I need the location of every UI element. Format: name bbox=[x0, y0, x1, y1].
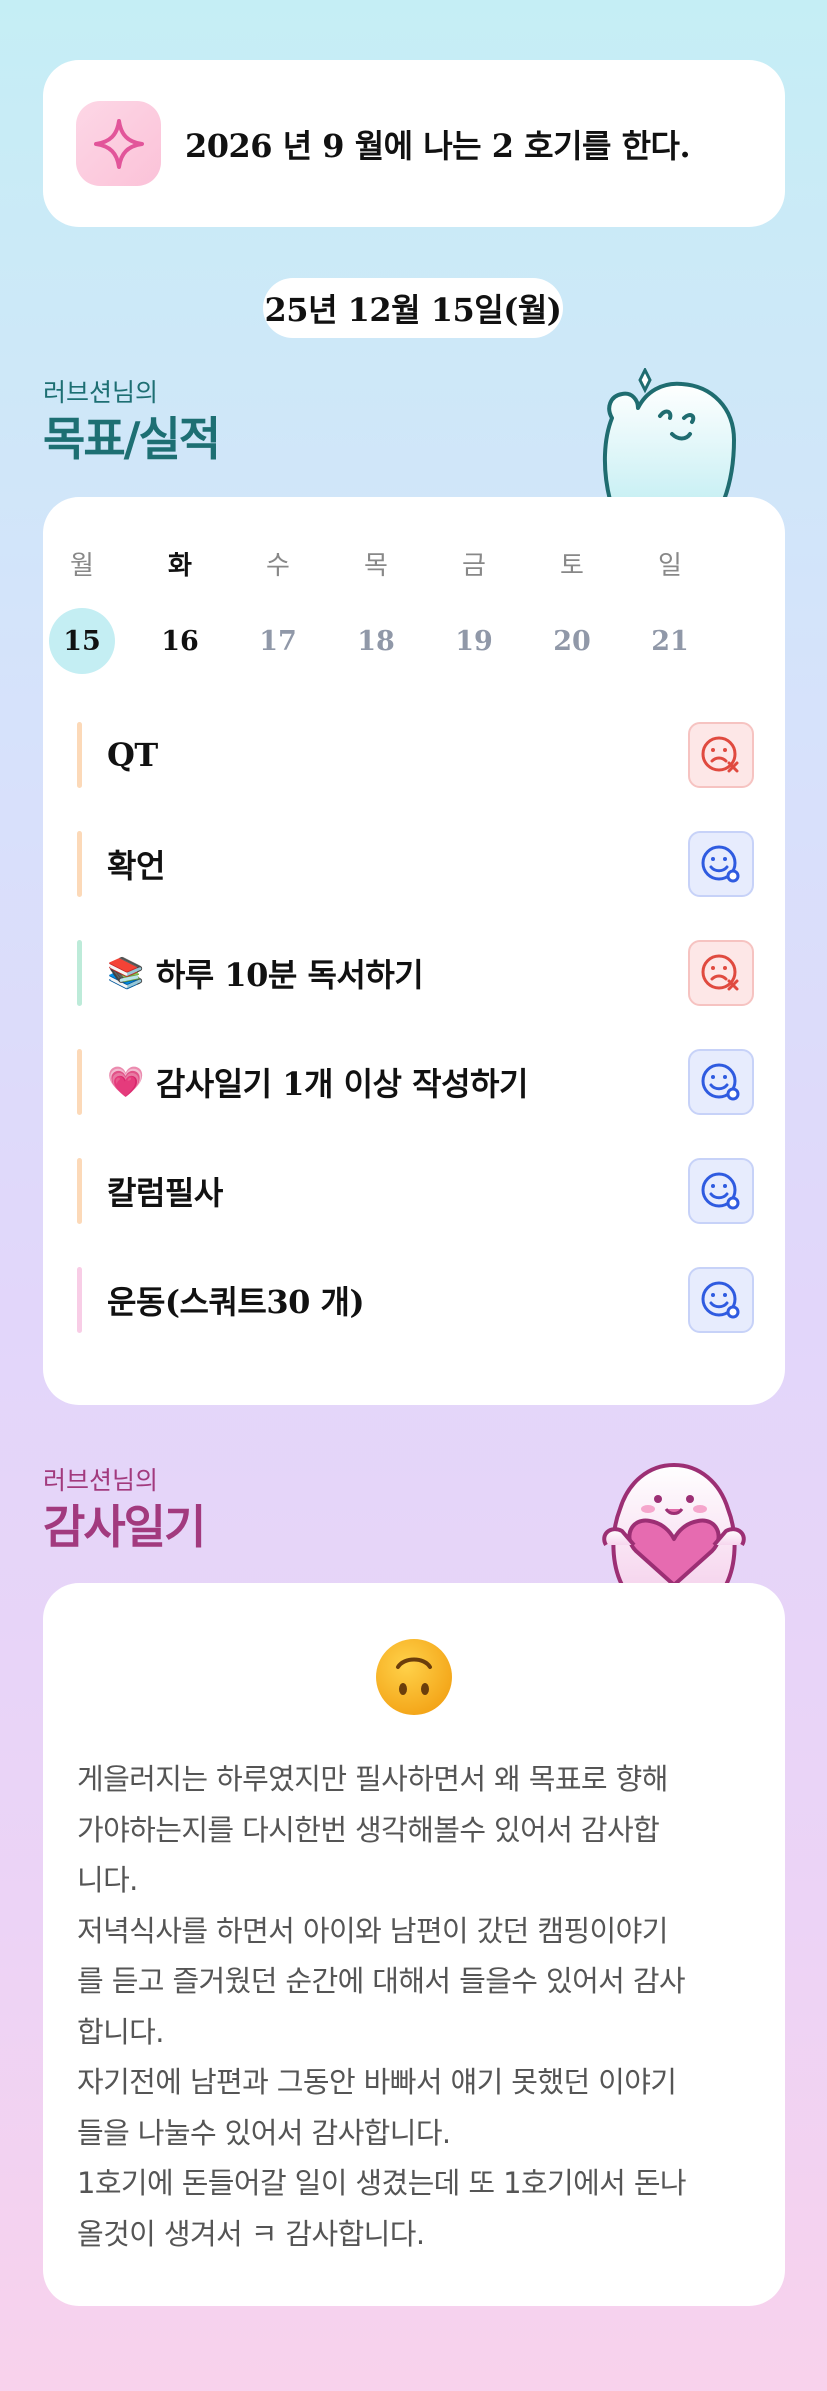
task-label: 💗 감사일기 1개 이상 작성하기 bbox=[107, 1064, 528, 1104]
goal-banner: 2026 년 9 월에 나는 2 호기를 한다. bbox=[43, 60, 785, 227]
date-cell[interactable]: 17 bbox=[229, 608, 327, 674]
task-status-button[interactable] bbox=[688, 831, 754, 897]
upside-down-face-icon bbox=[374, 1637, 454, 1717]
task-label: 운동(스쿼트30 개) bbox=[107, 1283, 365, 1321]
weekday-label: 일 bbox=[658, 550, 682, 581]
task-label: QT bbox=[107, 736, 158, 774]
date-cell[interactable]: 20 bbox=[523, 608, 621, 674]
task-item[interactable]: QT bbox=[77, 722, 754, 788]
date-cell[interactable]: 19 bbox=[425, 608, 523, 674]
weekday-label: 토 bbox=[560, 550, 584, 581]
task-label: 칼럼필사 bbox=[107, 1174, 223, 1212]
sad-face-x-icon bbox=[701, 736, 739, 773]
date-pill[interactable]: 25년 12월 15일(월) bbox=[263, 278, 563, 338]
heart-mascot-illustration bbox=[602, 1463, 746, 1585]
smile-face-check-icon bbox=[701, 1063, 740, 1101]
date-cell-selected[interactable]: 15 bbox=[33, 608, 131, 674]
smile-face-check-icon bbox=[701, 845, 740, 883]
task-status-button[interactable] bbox=[688, 1158, 754, 1224]
task-item[interactable]: 💗 감사일기 1개 이상 작성하기 bbox=[77, 1049, 754, 1115]
weekday-header: 월 화 수 목 금 토 일 bbox=[33, 530, 719, 596]
books-icon: 📚 bbox=[107, 955, 144, 991]
weekday-label: 화 bbox=[168, 550, 192, 581]
weekday-label: 목 bbox=[364, 550, 388, 581]
journal-text: 게을러지는 하루였지만 필사하면서 왜 목표로 향해 가야하는지를 다시한번 생… bbox=[77, 1762, 687, 2251]
gratitude-section-title: 감사일기 bbox=[43, 1500, 206, 1554]
weekday-label: 월 bbox=[70, 550, 94, 581]
task-status-button[interactable] bbox=[688, 722, 754, 788]
task-label: 📚 하루 10분 독서하기 bbox=[107, 955, 424, 995]
heart-icon: 💗 bbox=[107, 1064, 144, 1100]
date-cell[interactable]: 16 bbox=[131, 608, 229, 674]
sad-face-x-icon bbox=[701, 954, 739, 991]
weekday-label: 금 bbox=[462, 550, 486, 581]
task-color-bar bbox=[77, 940, 82, 1006]
smile-face-check-icon bbox=[701, 1281, 740, 1319]
smile-face-check-icon bbox=[701, 1172, 740, 1210]
sparkle-icon bbox=[76, 101, 161, 186]
task-color-bar bbox=[77, 1049, 82, 1115]
date-cell[interactable]: 18 bbox=[327, 608, 425, 674]
task-color-bar bbox=[77, 1158, 82, 1224]
task-item[interactable]: 칼럼필사 bbox=[77, 1158, 754, 1224]
task-color-bar bbox=[77, 1267, 82, 1333]
task-color-bar bbox=[77, 831, 82, 897]
waving-mascot-illustration bbox=[602, 368, 736, 500]
date-cell[interactable]: 21 bbox=[621, 608, 719, 674]
week-date-row: 15 16 17 18 19 20 21 bbox=[33, 608, 719, 674]
task-item[interactable]: 📚 하루 10분 독서하기 bbox=[77, 940, 754, 1006]
task-item[interactable]: 운동(스쿼트30 개) bbox=[77, 1267, 754, 1333]
goals-section-title: 목표/실적 bbox=[43, 412, 221, 466]
weekday-label: 수 bbox=[266, 550, 290, 581]
gratitude-journal-card: 게을러지는 하루였지만 필사하면서 왜 목표로 향해 가야하는지를 다시한번 생… bbox=[43, 1583, 785, 2306]
task-label: 확언 bbox=[107, 847, 165, 885]
task-item[interactable]: 확언 bbox=[77, 831, 754, 897]
task-color-bar bbox=[77, 722, 82, 788]
task-status-button[interactable] bbox=[688, 940, 754, 1006]
goal-text: 2026 년 9 월에 나는 2 호기를 한다. bbox=[185, 126, 691, 165]
task-status-button[interactable] bbox=[688, 1049, 754, 1115]
task-status-button[interactable] bbox=[688, 1267, 754, 1333]
